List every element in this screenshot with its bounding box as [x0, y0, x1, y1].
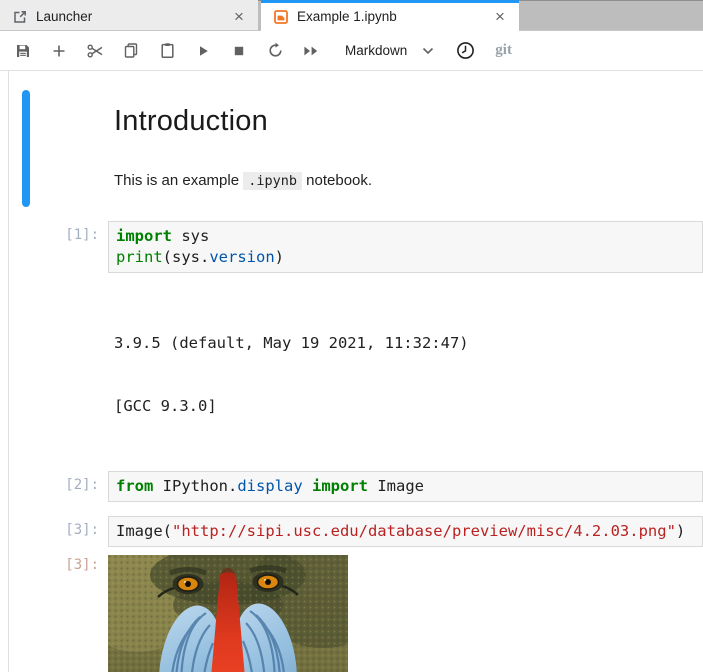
run-all-icon [302, 43, 320, 59]
input-prompt: [3]: [0, 516, 108, 538]
code-token: version [209, 248, 274, 266]
input-prompt: [1]: [0, 221, 108, 243]
cell-collapser[interactable] [22, 90, 30, 207]
code-line: Image("http://sipi.usc.edu/database/prev… [116, 521, 702, 542]
code-line: import sys [116, 226, 702, 247]
tab-label: Example 1.ipynb [297, 9, 397, 24]
copy-icon [123, 42, 139, 59]
code-token: import [312, 477, 368, 495]
paste-icon [160, 42, 175, 59]
paragraph-text: notebook. [302, 172, 372, 189]
code-token: (sys. [163, 248, 210, 266]
output-text: 3.9.5 (default, May 19 2021, 11:32:47) [… [108, 283, 469, 459]
code-token: from [116, 477, 153, 495]
code-line: from IPython.display import Image [116, 476, 702, 497]
tab-label: Launcher [36, 9, 92, 24]
code-token: Image( [116, 522, 172, 540]
code-token: Image [368, 477, 424, 495]
notebook-toolbar: Markdown git [0, 31, 703, 71]
code-editor[interactable]: Image("http://sipi.usc.edu/database/prev… [108, 516, 703, 547]
cell-type-dropdown[interactable]: Markdown [345, 43, 434, 58]
code-cell-2[interactable]: [2]: from IPython.display import Image [0, 471, 703, 502]
clock-button[interactable] [456, 41, 475, 60]
run-icon [195, 43, 211, 59]
code-token: display [237, 477, 302, 495]
copy-button[interactable] [113, 36, 149, 66]
tab-bar: Launcher × Example 1.ipynb × [0, 0, 703, 31]
code-token: import [116, 227, 172, 245]
code-cell-3[interactable]: [3]: Image("http://sipi.usc.edu/database… [0, 516, 703, 547]
cut-icon [87, 43, 104, 59]
tab-close-button[interactable]: × [230, 8, 248, 25]
restart-icon [267, 42, 284, 59]
run-all-button[interactable] [293, 36, 329, 66]
code-token: IPython. [153, 477, 237, 495]
inline-code: .ipynb [243, 172, 302, 190]
code-line: print(sys.version) [116, 247, 702, 268]
cell-type-label: Markdown [345, 43, 407, 58]
tab-notebook[interactable]: Example 1.ipynb × [261, 0, 519, 30]
tab-launcher[interactable]: Launcher × [0, 0, 258, 30]
jupyterlab-window: Launcher × Example 1.ipynb × [0, 0, 703, 672]
output-line: 3.9.5 (default, May 19 2021, 11:32:47) [114, 333, 469, 354]
add-cell-icon [51, 43, 67, 59]
stop-button[interactable] [221, 36, 257, 66]
code-token: print [116, 248, 163, 266]
run-button[interactable] [185, 36, 221, 66]
output-area-1: 3.9.5 (default, May 19 2021, 11:32:47) [… [0, 283, 703, 459]
code-token: ) [275, 248, 284, 266]
code-token: "http://sipi.usc.edu/database/preview/mi… [172, 522, 676, 540]
restart-button[interactable] [257, 36, 293, 66]
paragraph-text: This is an example [114, 172, 243, 189]
output-line: [GCC 9.3.0] [114, 396, 469, 417]
cut-button[interactable] [77, 36, 113, 66]
tab-close-button[interactable]: × [491, 8, 509, 25]
code-token: ) [676, 522, 685, 540]
output-image-mandrill [108, 555, 348, 672]
input-prompt: [2]: [0, 471, 108, 493]
output-area-3: [3]: [0, 555, 703, 672]
git-label[interactable]: git [495, 42, 512, 59]
code-cell-1[interactable]: [1]: import sys print(sys.version) [0, 221, 703, 273]
heading-introduction: Introduction [114, 105, 683, 138]
notebook-panel: Introduction This is an example .ipynb n… [0, 71, 703, 672]
notebook-icon [273, 9, 289, 25]
code-token [303, 477, 312, 495]
paste-button[interactable] [149, 36, 185, 66]
markdown-cell[interactable]: Introduction This is an example .ipynb n… [0, 90, 703, 207]
launcher-icon [12, 9, 28, 25]
output-prompt [0, 283, 108, 285]
output-prompt: [3]: [0, 555, 108, 573]
save-icon [15, 43, 31, 59]
add-cell-button[interactable] [41, 36, 77, 66]
code-token: sys [172, 227, 209, 245]
chevron-down-icon [422, 47, 434, 55]
markdown-paragraph: This is an example .ipynb notebook. [114, 171, 683, 191]
save-button[interactable] [5, 36, 41, 66]
stop-icon [231, 43, 247, 59]
clock-icon [456, 41, 475, 60]
code-editor[interactable]: import sys print(sys.version) [108, 221, 703, 273]
code-editor[interactable]: from IPython.display import Image [108, 471, 703, 502]
